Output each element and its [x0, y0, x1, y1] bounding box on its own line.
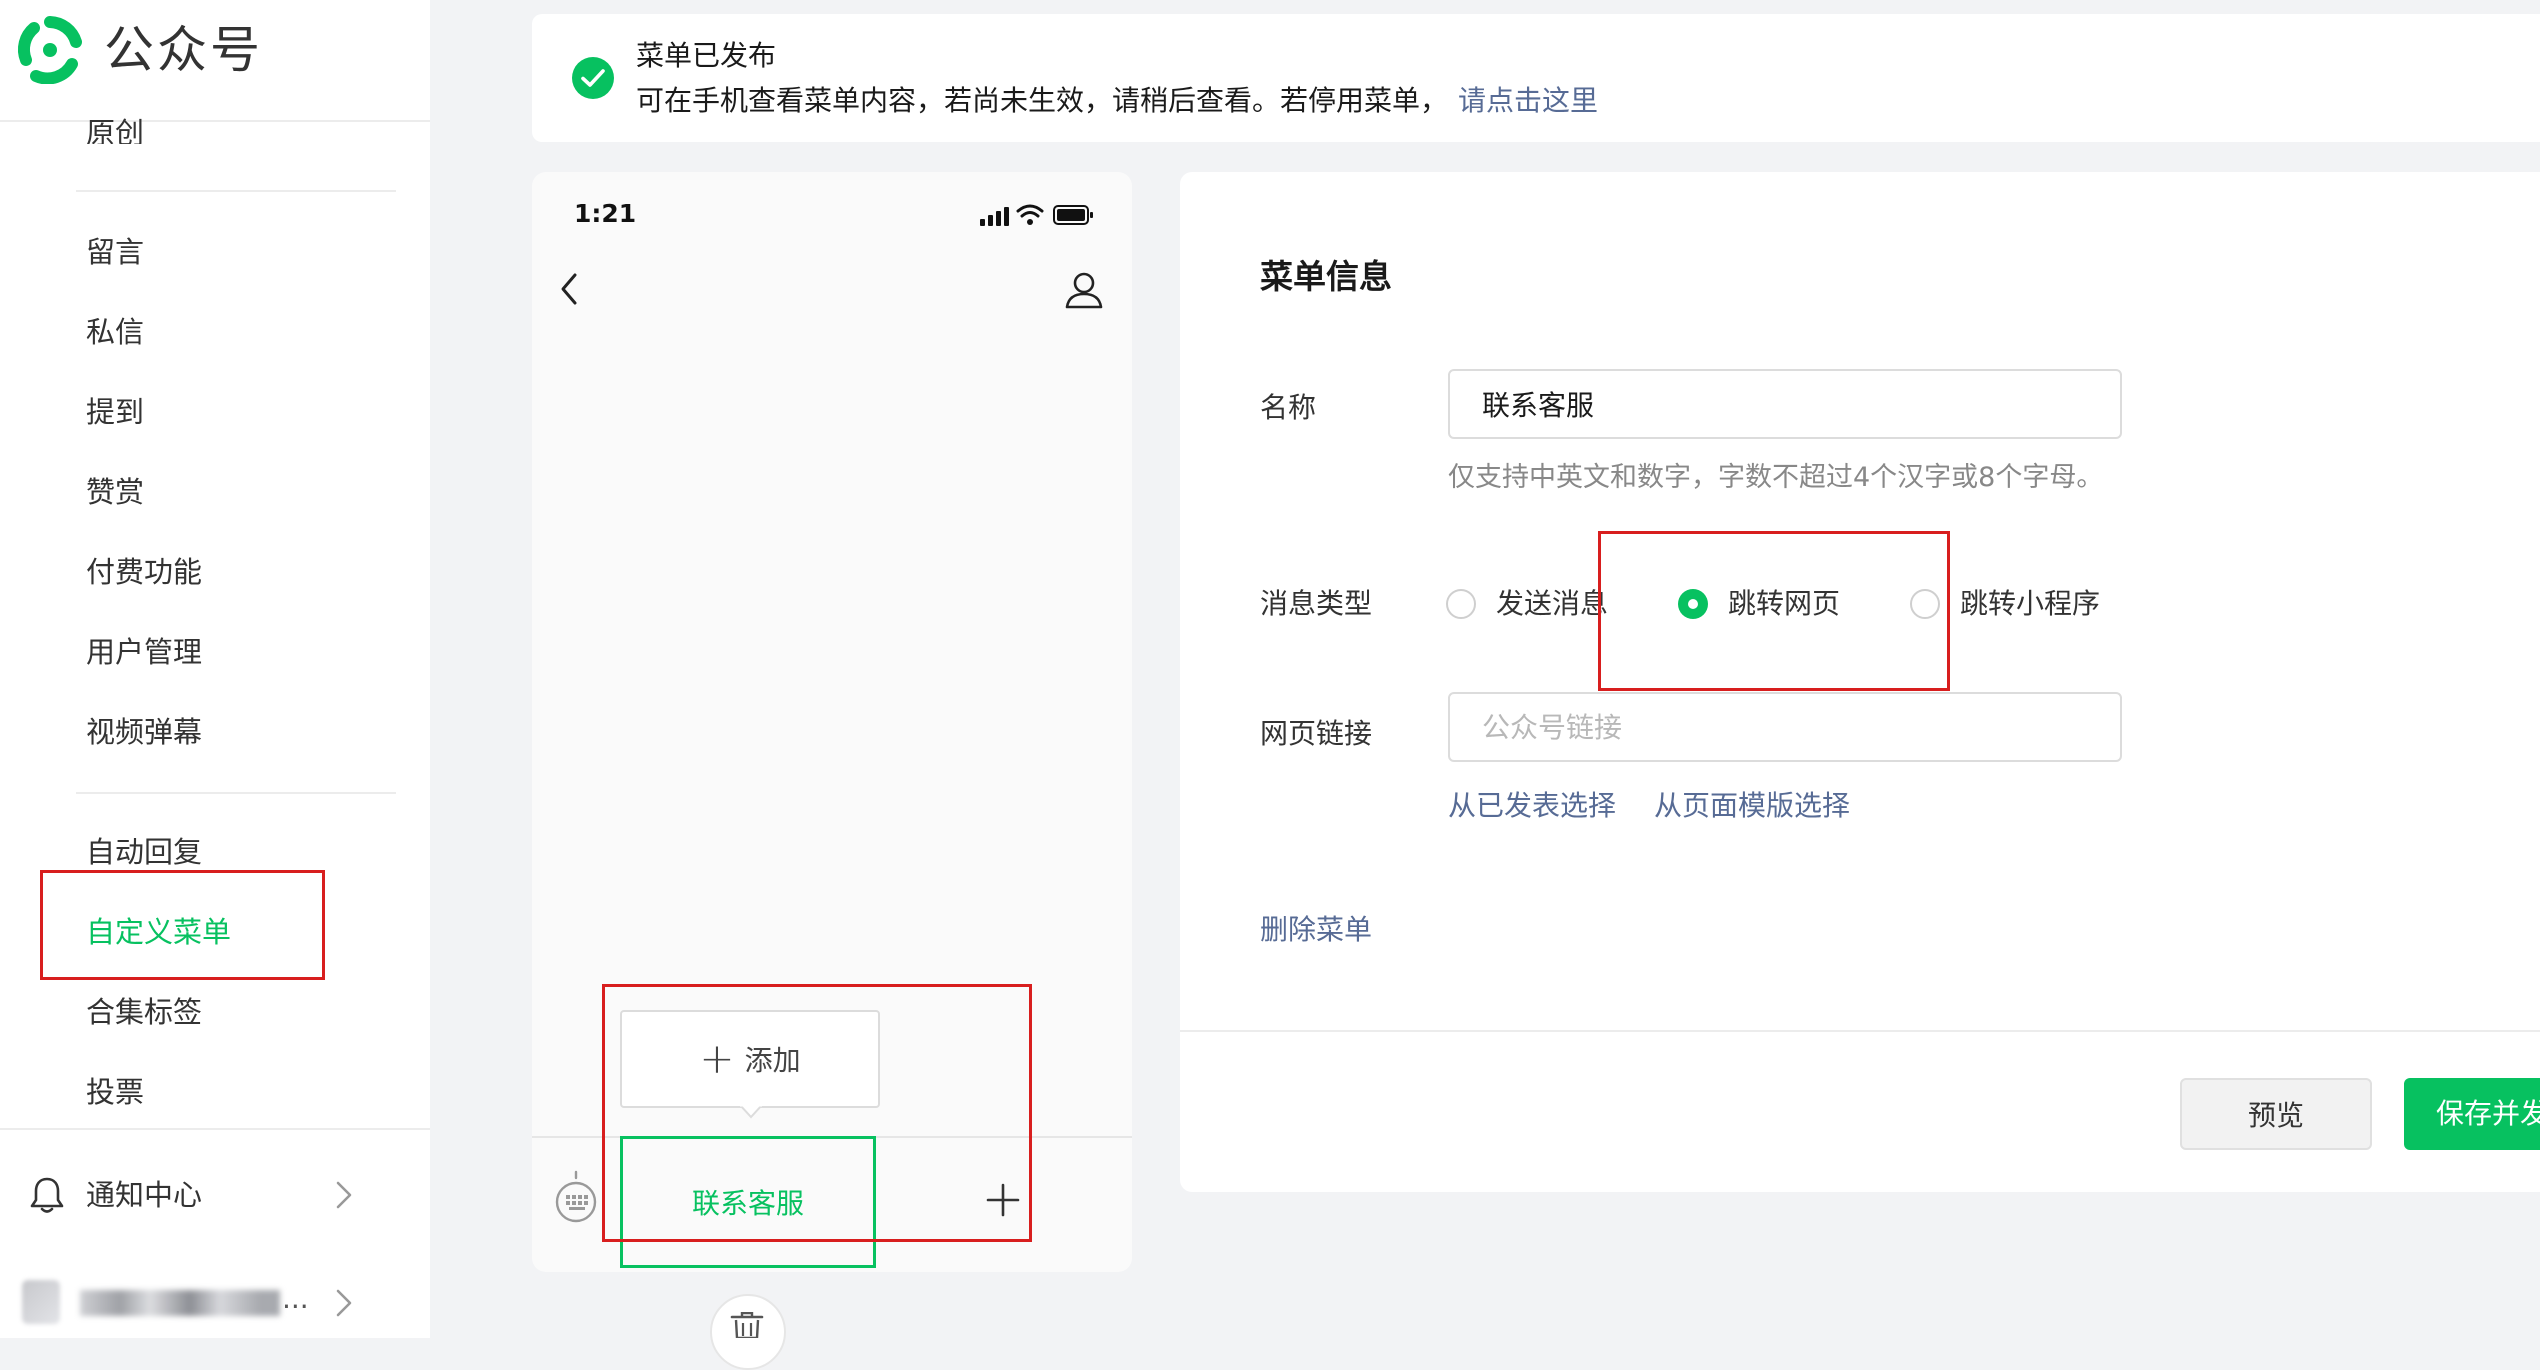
bell-icon	[30, 1177, 64, 1213]
sidebar-divider	[76, 792, 396, 794]
select-from-published-link[interactable]: 从已发表选择	[1448, 786, 1616, 826]
sidebar-item-video-danmaku[interactable]: 视频弹幕	[86, 712, 202, 752]
phone-status-icons	[980, 204, 1093, 226]
select-from-template-link[interactable]: 从页面模版选择	[1654, 786, 1850, 826]
sidebar-item-user-management[interactable]: 用户管理	[86, 632, 202, 672]
sidebar-item-voting[interactable]: 投票	[86, 1072, 144, 1112]
radio-jump-miniprogram-label[interactable]: 跳转小程序	[1960, 584, 2100, 624]
keyboard-icon[interactable]	[554, 1168, 598, 1226]
sidebar-item-paid-features[interactable]: 付费功能	[86, 552, 202, 592]
delete-menu-link[interactable]: 删除菜单	[1260, 910, 1372, 950]
sidebar-item-rewards[interactable]: 赞赏	[86, 472, 144, 512]
sidebar-divider	[0, 120, 430, 122]
name-label: 名称	[1260, 391, 1317, 424]
radio-send-message[interactable]	[1446, 589, 1476, 619]
notice-body: 可在手机查看菜单内容，若尚未生效，请稍后查看。若停用菜单， 请点击这里	[636, 81, 1598, 121]
notice-title: 菜单已发布	[636, 39, 777, 72]
menu-name-input[interactable]	[1448, 369, 2122, 439]
check-circle-icon	[572, 57, 614, 99]
sidebar-item-collection-tags[interactable]: 合集标签	[86, 992, 202, 1032]
chevron-right-icon[interactable]	[335, 1288, 353, 1318]
save-and-publish-button[interactable]: 保存并发布	[2404, 1078, 2540, 1150]
battery-icon	[1053, 205, 1093, 225]
sidebar-divider	[76, 190, 396, 192]
radio-send-message-label[interactable]: 发送消息	[1496, 584, 1608, 624]
sidebar-item-auto-reply[interactable]: 自动回复	[86, 832, 202, 872]
sidebar-item-original[interactable]: 原创	[86, 110, 144, 144]
sidebar-item-comments[interactable]: 留言	[86, 232, 144, 272]
back-arrow-icon[interactable]	[556, 270, 582, 308]
jump-webpage-highlight-box	[1598, 531, 1950, 691]
account-name-ellipsis: ...	[282, 1282, 309, 1315]
menu-bar-highlight-box	[602, 984, 1032, 1242]
brand-name: 公众号	[104, 21, 263, 79]
disable-menu-link[interactable]: 请点击这里	[1458, 84, 1598, 117]
profile-icon[interactable]	[1064, 270, 1104, 310]
notification-center-link[interactable]: 通知中心	[86, 1175, 202, 1215]
save-and-publish-label: 保存并发布	[2436, 1097, 2540, 1130]
menu-info-title: 菜单信息	[1260, 257, 1392, 296]
publish-success-notice	[532, 14, 2540, 142]
name-hint: 仅支持中英文和数字，字数不超过4个汉字或8个字母。	[1448, 462, 2104, 493]
wechat-official-account-logo-icon[interactable]	[16, 16, 84, 84]
phone-status-time: 1:21	[574, 199, 637, 228]
chevron-right-icon[interactable]	[335, 1180, 353, 1210]
notice-body-text: 可在手机查看菜单内容，若尚未生效，请稍后查看。若停用菜单，	[636, 84, 1449, 117]
panel-footer-divider	[1180, 1030, 2540, 1032]
sidebar-divider	[0, 1128, 430, 1130]
account-name-blurred[interactable]	[80, 1290, 280, 1316]
trash-icon[interactable]	[730, 1312, 764, 1338]
sidebar-item-messages[interactable]: 私信	[86, 312, 144, 352]
webpage-link-input[interactable]	[1448, 692, 2122, 762]
wifi-icon	[1016, 204, 1044, 225]
preview-button[interactable]: 预览	[2180, 1078, 2372, 1150]
sidebar	[0, 0, 430, 1338]
custom-menu-highlight-box	[40, 870, 325, 980]
sidebar-item-mentions[interactable]: 提到	[86, 392, 144, 432]
avatar[interactable]	[22, 1280, 60, 1324]
webpage-link-label: 网页链接	[1260, 717, 1373, 750]
signal-icon	[980, 207, 1009, 226]
message-type-label: 消息类型	[1260, 587, 1373, 620]
